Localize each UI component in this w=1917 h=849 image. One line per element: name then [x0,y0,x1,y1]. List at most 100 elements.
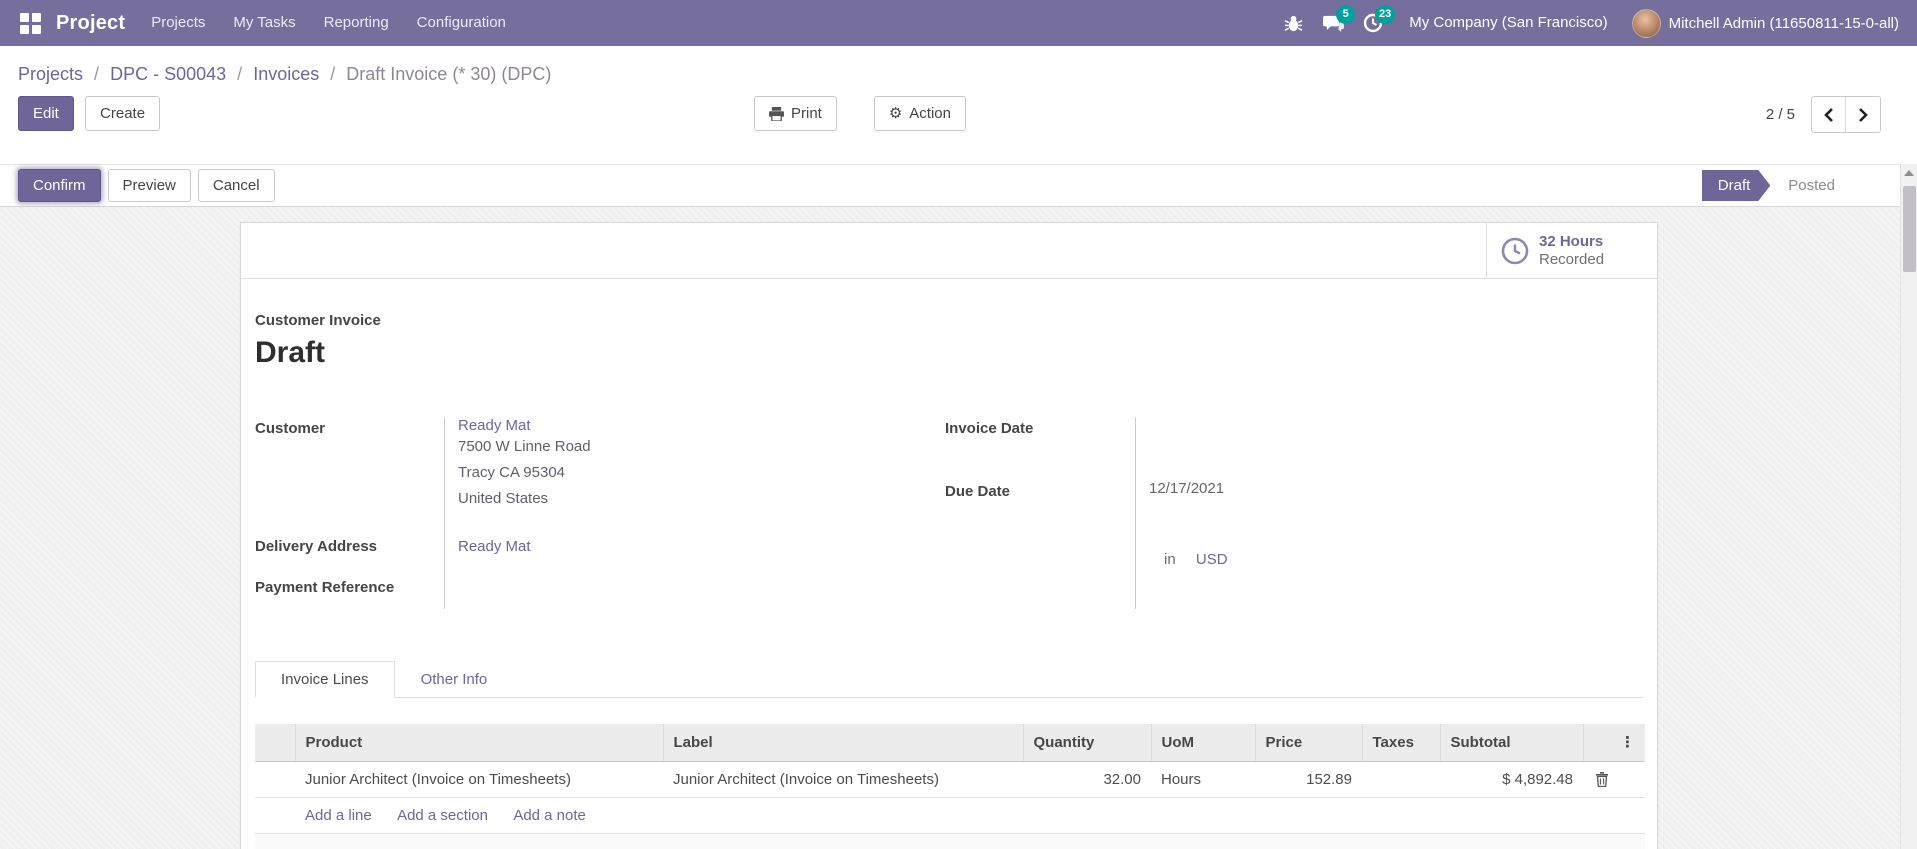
table-row[interactable]: Junior Architect (Invoice on Timesheets)… [255,761,1645,798]
cell-label[interactable]: Junior Architect (Invoice on Timesheets) [663,761,1023,798]
form-view-content: 32 Hours Recorded Customer Invoice Draft… [0,207,1917,849]
top-navbar: Project Projects My Tasks Reporting Conf… [0,0,1917,46]
column-header-price[interactable]: Price [1254,724,1362,762]
row-handle-cell [255,761,295,798]
menu-reporting[interactable]: Reporting [310,0,403,46]
create-button[interactable]: Create [85,96,161,131]
chevron-left-icon [1823,107,1833,122]
action-button[interactable]: ⚙ Action [873,96,966,131]
preview-button[interactable]: Preview [107,169,191,202]
breadcrumb-invoices[interactable]: Invoices [253,64,319,84]
debug-bug-icon[interactable] [1273,0,1313,46]
cell-quantity[interactable]: 32.00 [1023,761,1151,798]
optional-columns-icon[interactable]: ⋮ [1582,724,1645,762]
apps-menu-icon[interactable] [10,0,50,46]
breadcrumb-current: Draft Invoice (* 30) (DPC) [346,64,552,84]
column-header-subtotal[interactable]: Subtotal [1439,724,1583,762]
gear-icon: ⚙ [888,105,903,122]
triangle-up-icon [1904,169,1914,176]
column-header-label[interactable]: Label [662,724,1023,762]
edit-button[interactable]: Edit [18,96,74,131]
menu-configuration[interactable]: Configuration [403,0,520,46]
grid-icon [19,12,41,34]
add-a-line-link[interactable]: Add a line [305,807,372,824]
column-header-product[interactable]: Product [294,724,663,762]
page-title: Draft [255,336,326,369]
table-add-row: Add a line Add a section Add a note [255,797,1645,834]
clock-icon [1501,237,1529,264]
invoice-date-label: Invoice Date [945,420,1034,437]
cell-subtotal: $ 4,892.48 [1440,761,1583,798]
table-header-row: Product Label Quantity UoM Price Taxes S… [255,724,1645,762]
customer-link[interactable]: Ready Mat [458,417,531,434]
breadcrumb-projects[interactable]: Projects [18,64,83,84]
menu-my-tasks[interactable]: My Tasks [219,0,309,46]
delivery-address-link[interactable]: Ready Mat [458,538,531,555]
delete-line-button[interactable] [1595,772,1609,788]
form-statusbar: Confirm Preview Cancel Draft Posted [0,164,1917,207]
print-button[interactable]: Print [754,96,837,131]
user-name: Mitchell Admin (11650811-15-0-all) [1668,14,1899,32]
add-a-section-link[interactable]: Add a section [397,807,488,824]
breadcrumb: Projects / DPC - S00043 / Invoices / Dra… [18,60,1899,88]
stat-hours-label: Recorded [1539,250,1605,268]
breadcrumb-separator: / [330,64,336,84]
delivery-address-label: Delivery Address [255,538,378,555]
pager: 2 / 5 [1766,96,1881,133]
messages-button[interactable]: 5 [1313,0,1356,46]
column-header-quantity[interactable]: Quantity [1022,724,1151,762]
tab-invoice-lines[interactable]: Invoice Lines [255,661,395,698]
cancel-button[interactable]: Cancel [197,169,275,202]
activities-button[interactable]: 23 [1353,0,1396,46]
payment-reference-value [444,565,945,609]
chevron-right-icon [1859,107,1868,122]
add-a-note-link[interactable]: Add a note [513,807,586,824]
column-header-taxes[interactable]: Taxes [1361,724,1440,762]
currency-label-spacer [945,542,1135,609]
cell-product[interactable]: Junior Architect (Invoice on Timesheets) [295,761,663,798]
breadcrumb-separator: / [237,64,243,84]
pager-previous-button[interactable] [1812,97,1846,132]
totals-placeholder [255,833,1645,849]
user-menu[interactable]: Mitchell Admin (11650811-15-0-all) [1624,8,1907,38]
control-panel: Projects / DPC - S00043 / Invoices / Dra… [0,46,1917,164]
column-header-uom[interactable]: UoM [1150,724,1255,762]
scrollbar-thumb[interactable] [1903,186,1916,272]
field-group-left: Customer Ready Mat 7500 W Linne Road Tra… [255,417,945,609]
app-brand[interactable]: Project [50,12,137,35]
button-box: 32 Hours Recorded [241,223,1657,279]
scrollbar-up-button[interactable] [1901,164,1917,181]
status-draft[interactable]: Draft [1702,170,1771,201]
confirm-button[interactable]: Confirm [18,169,101,202]
due-date-value: 12/17/2021 [1135,479,1505,543]
cell-price[interactable]: 152.89 [1255,761,1362,798]
invoice-fields: Customer Ready Mat 7500 W Linne Road Tra… [255,417,1643,609]
address-line: Tracy CA 95304 [458,464,565,481]
control-panel-buttons: Edit Create Print ⚙ Action 2 / 5 [18,96,1899,133]
field-group-right: Invoice Date Due Date 12/17/2021 in USD [945,417,1505,609]
cell-uom[interactable]: Hours [1151,761,1255,798]
pager-next-button[interactable] [1846,97,1880,132]
invoice-date-value [1135,417,1505,480]
printer-icon [769,106,784,121]
hours-recorded-stat-button[interactable]: 32 Hours Recorded [1486,223,1657,278]
status-posted[interactable]: Posted [1770,177,1853,194]
address-line: United States [458,490,549,507]
address-line: 7500 W Linne Road [458,438,591,455]
row-handle-header [255,724,295,762]
breadcrumb-task[interactable]: DPC - S00043 [110,64,226,84]
vertical-scrollbar[interactable] [1900,164,1917,849]
currency-prefix: in [1164,551,1176,569]
invoice-title-block: Customer Invoice Draft [255,312,1643,370]
payment-reference-label: Payment Reference [255,579,395,596]
user-avatar [1631,8,1661,38]
pager-count: 2 / 5 [1765,106,1795,123]
notebook-tabs: Invoice Lines Other Info [255,661,1643,698]
tab-other-info[interactable]: Other Info [395,661,514,698]
document-type: Customer Invoice [255,312,381,329]
currency-link[interactable]: USD [1196,551,1228,568]
cell-taxes[interactable] [1362,761,1440,798]
menu-projects[interactable]: Projects [137,0,219,46]
customer-label: Customer [255,420,326,437]
company-switcher[interactable]: My Company (San Francisco) [1393,0,1623,46]
